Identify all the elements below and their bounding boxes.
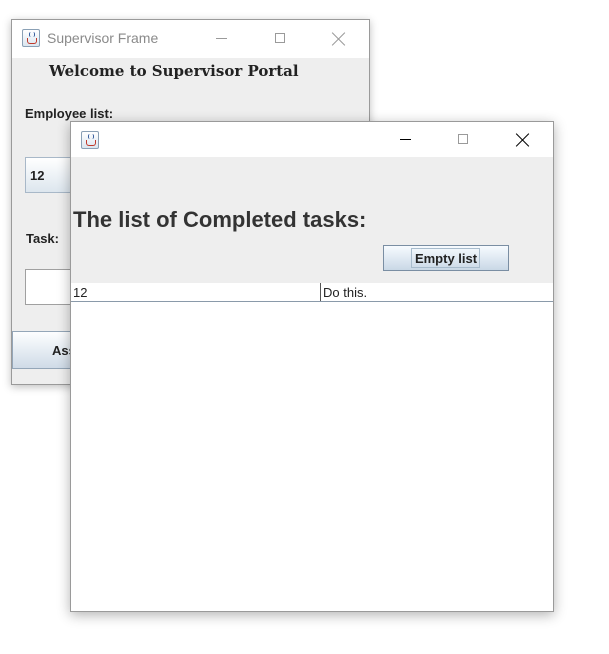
table-row[interactable]: 12 Do this.	[71, 283, 553, 302]
maximize-icon	[444, 125, 484, 155]
close-icon[interactable]	[319, 24, 359, 54]
close-icon[interactable]	[503, 125, 543, 155]
java-app-icon	[22, 29, 40, 47]
window-title: Supervisor Frame	[47, 30, 159, 46]
table-body[interactable]	[71, 302, 553, 611]
task-label: Task:	[26, 231, 59, 246]
empty-list-label: Empty list	[414, 251, 478, 266]
minimize-icon[interactable]	[202, 24, 242, 54]
empty-list-button[interactable]: Empty list	[383, 245, 509, 271]
maximize-icon[interactable]	[261, 24, 301, 54]
tasks-titlebar[interactable]	[71, 122, 553, 157]
task-cell[interactable]: Do this.	[320, 283, 553, 301]
completed-tasks-window[interactable]: The list of Completed tasks: Empty list …	[70, 121, 554, 612]
tasks-header-pane: The list of Completed tasks: Empty list	[71, 157, 553, 283]
welcome-heading: Welcome to Supervisor Portal	[49, 62, 299, 80]
java-app-icon	[81, 131, 99, 149]
employee-cell[interactable]: 12	[73, 283, 319, 301]
employee-list-label: Employee list:	[25, 106, 114, 121]
minimize-icon[interactable]	[386, 125, 426, 155]
employee-selected-value: 12	[30, 168, 45, 183]
completed-tasks-heading: The list of Completed tasks:	[73, 207, 367, 232]
supervisor-titlebar[interactable]: Supervisor Frame	[12, 20, 369, 58]
